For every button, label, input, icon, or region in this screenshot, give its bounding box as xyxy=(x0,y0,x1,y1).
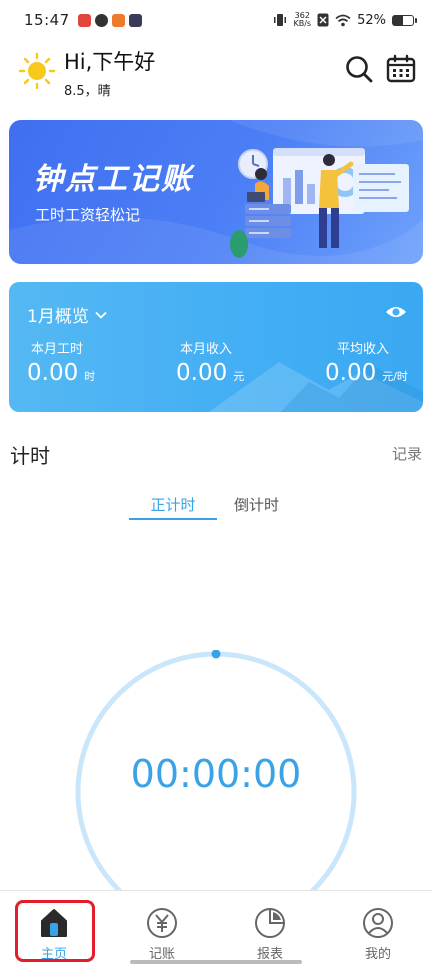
chevron-down-icon xyxy=(95,311,107,319)
eye-icon[interactable] xyxy=(385,304,407,320)
battery-percent: 52% xyxy=(357,12,386,28)
banner-illustration xyxy=(230,148,409,258)
active-tab-indicator xyxy=(129,518,217,520)
nav-item-profile[interactable]: 我的 xyxy=(324,891,432,964)
overview-unit: 时 xyxy=(84,370,96,383)
overview-number: 0.00 xyxy=(325,360,377,386)
overview-label: 本月工时 xyxy=(31,342,84,357)
search-icon[interactable] xyxy=(344,54,374,84)
notification-app-icon xyxy=(111,13,125,27)
tab-count-up[interactable]: 正计时 xyxy=(129,494,217,515)
nav-label: 我的 xyxy=(364,947,391,962)
calendar-icon[interactable] xyxy=(386,54,416,84)
record-link[interactable]: 记录 xyxy=(392,443,422,464)
notification-app-icon xyxy=(77,13,91,27)
yen-icon xyxy=(147,908,177,938)
promo-banner[interactable]: 钟点工记账 工时工资轻松记 xyxy=(9,120,423,264)
tab-countdown[interactable]: 倒计时 xyxy=(234,494,279,515)
overview-value: 0.00 元 xyxy=(176,360,244,386)
greeting-header: Hi,下午好 8.5，晴 xyxy=(18,44,418,100)
status-bar: 15:47 362 KB/s 52% xyxy=(0,0,432,40)
overview-number: 0.00 xyxy=(176,360,228,386)
battery-icon xyxy=(392,14,417,26)
pie-chart-icon xyxy=(255,908,285,938)
overview-value: 0.00 元/时 xyxy=(325,360,408,386)
home-indicator xyxy=(130,960,302,964)
banner-subtitle: 工时工资轻松记 xyxy=(35,206,141,224)
overview-value: 0.00 时 xyxy=(27,360,95,386)
wifi-icon xyxy=(335,14,351,26)
vibrate-icon xyxy=(274,14,287,26)
overview-unit: 元/时 xyxy=(382,370,408,383)
greeting-title: Hi,下午好 xyxy=(64,50,156,74)
month-label: 1月概览 xyxy=(27,307,89,327)
overview-unit: 元 xyxy=(233,370,245,383)
network-speed: 362 KB/s xyxy=(293,12,311,28)
notification-app-icon xyxy=(128,13,142,27)
highlight-box xyxy=(15,900,95,962)
nav-item-reports[interactable]: 报表 xyxy=(216,891,324,964)
weather-text: 8.5，晴 xyxy=(64,84,111,99)
overview-number: 0.00 xyxy=(27,360,79,386)
dial-progress-dot xyxy=(211,650,221,659)
network-speed-unit: KB/s xyxy=(293,19,312,28)
timer-display: 00:00:00 xyxy=(130,752,302,796)
sim-icon xyxy=(317,13,329,27)
nav-item-accounting[interactable]: 记账 xyxy=(108,891,216,964)
status-time: 15:47 xyxy=(24,11,70,29)
timer-tabs: 正计时 倒计时 xyxy=(0,494,432,524)
timer-section-title: 计时 xyxy=(10,444,50,468)
sun-icon xyxy=(18,52,56,90)
overview-label: 平均收入 xyxy=(337,342,390,357)
notification-app-icon xyxy=(94,13,108,27)
banner-title: 钟点工记账 xyxy=(33,162,193,197)
overview-label: 本月收入 xyxy=(180,342,233,357)
month-selector[interactable]: 1月概览 xyxy=(27,302,107,327)
user-icon xyxy=(363,908,393,938)
monthly-overview-card: 1月概览 本月工时 0.00 时 本月收入 0.00 元 平均收入 0.00 元/时 xyxy=(9,282,423,412)
